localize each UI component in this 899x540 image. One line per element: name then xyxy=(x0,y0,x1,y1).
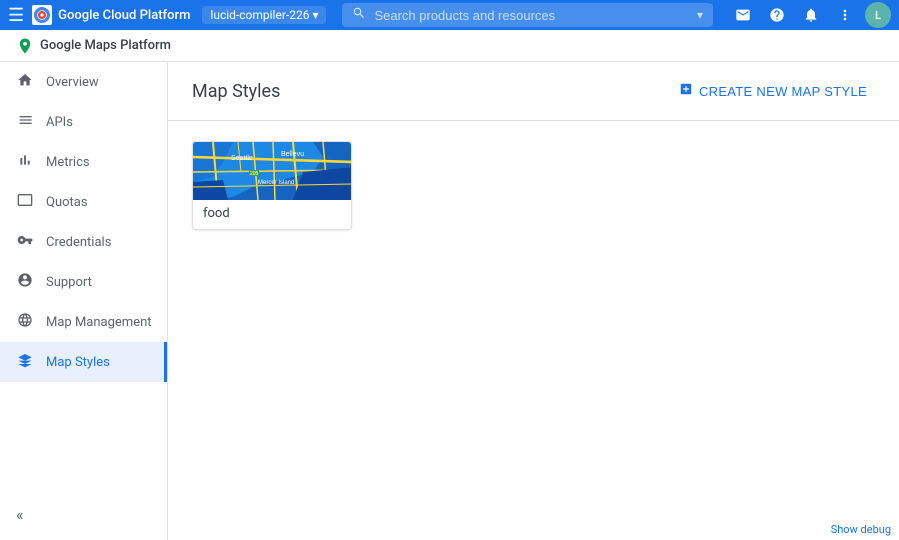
create-button-label: CREATE NEW MAP STYLE xyxy=(699,84,867,99)
sidebar-apis-label: APIs xyxy=(46,115,73,130)
topbar: ☰ Google Cloud Platform lucid-compiler-2… xyxy=(0,0,899,30)
help-button[interactable] xyxy=(763,1,791,29)
project-selector[interactable]: lucid-compiler-226 ▾ xyxy=(202,6,326,24)
map-style-thumbnail: Seattle Bellevu Mercer Island 205 xyxy=(193,142,352,200)
svg-text:205: 205 xyxy=(250,171,259,177)
sidebar-map-management-label: Map Management xyxy=(46,315,152,330)
credentials-icon xyxy=(16,232,34,252)
svg-text:Bellevu: Bellevu xyxy=(281,151,304,158)
sidebar-overview-label: Overview xyxy=(46,75,99,90)
sidebar-quotas-label: Quotas xyxy=(46,195,88,210)
create-new-map-style-button[interactable]: CREATE NEW MAP STYLE xyxy=(671,76,875,106)
sidebar-item-map-styles[interactable]: Map Styles xyxy=(0,342,167,382)
sidebar-item-support[interactable]: Support xyxy=(0,262,167,302)
sidebar-item-credentials[interactable]: Credentials xyxy=(0,222,167,262)
page-title: Map Styles xyxy=(192,81,655,102)
user-avatar[interactable]: L xyxy=(865,2,891,28)
map-management-icon xyxy=(16,312,34,332)
map-styles-grid: Seattle Bellevu Mercer Island 205 food xyxy=(168,121,899,250)
apis-icon xyxy=(16,112,34,132)
svg-text:Mercer Island: Mercer Island xyxy=(258,180,294,186)
maps-platform-logo: Google Maps Platform xyxy=(16,37,171,55)
sidebar: Overview APIs Metrics Quotas Credentials xyxy=(0,62,168,540)
sidebar-credentials-label: Credentials xyxy=(46,235,111,250)
search-bar[interactable]: ▾ xyxy=(342,3,713,27)
google-logo xyxy=(32,5,52,25)
sidebar-item-quotas[interactable]: Quotas xyxy=(0,182,167,222)
sidebar-item-map-management[interactable]: Map Management xyxy=(0,302,167,342)
sidebar-item-overview[interactable]: Overview xyxy=(0,62,167,102)
map-thumbnail-svg: Seattle Bellevu Mercer Island 205 xyxy=(193,142,352,200)
maps-pin-icon xyxy=(16,37,34,55)
show-debug-button[interactable]: Show debug xyxy=(823,519,899,540)
content-area: Map Styles CREATE NEW MAP STYLE xyxy=(168,62,899,540)
add-icon xyxy=(679,82,693,100)
map-styles-icon xyxy=(16,352,34,372)
sidebar-support-label: Support xyxy=(46,275,92,290)
support-icon xyxy=(16,272,34,292)
notifications-button[interactable] xyxy=(797,1,825,29)
search-icon xyxy=(352,6,366,24)
metrics-icon xyxy=(16,152,34,172)
debug-label: Show debug xyxy=(831,523,891,536)
more-options-button[interactable] xyxy=(831,1,859,29)
content-header: Map Styles CREATE NEW MAP STYLE xyxy=(168,62,899,121)
svg-text:Seattle: Seattle xyxy=(231,155,253,162)
search-dropdown-arrow: ▾ xyxy=(697,8,703,22)
sidebar-collapse-button[interactable]: « xyxy=(0,497,40,532)
subbar: Google Maps Platform xyxy=(0,30,899,62)
sidebar-map-styles-label: Map Styles xyxy=(46,355,110,370)
sidebar-item-apis[interactable]: APIs xyxy=(0,102,167,142)
topbar-title: Google Cloud Platform xyxy=(58,8,190,23)
quotas-icon xyxy=(16,192,34,212)
map-style-label: food xyxy=(193,200,351,229)
topbar-actions: L xyxy=(729,1,891,29)
sidebar-item-metrics[interactable]: Metrics xyxy=(0,142,167,182)
search-input[interactable] xyxy=(374,8,697,23)
email-button[interactable] xyxy=(729,1,757,29)
map-style-card-food[interactable]: Seattle Bellevu Mercer Island 205 food xyxy=(192,141,352,230)
topbar-logo: Google Cloud Platform xyxy=(32,5,190,25)
overview-icon xyxy=(16,72,34,92)
project-name: lucid-compiler-226 xyxy=(210,8,309,22)
main-layout: Overview APIs Metrics Quotas Credentials xyxy=(0,62,899,540)
maps-platform-title: Google Maps Platform xyxy=(40,38,171,53)
project-dropdown-arrow: ▾ xyxy=(312,8,318,22)
menu-icon[interactable]: ☰ xyxy=(8,5,24,26)
sidebar-metrics-label: Metrics xyxy=(46,155,90,170)
